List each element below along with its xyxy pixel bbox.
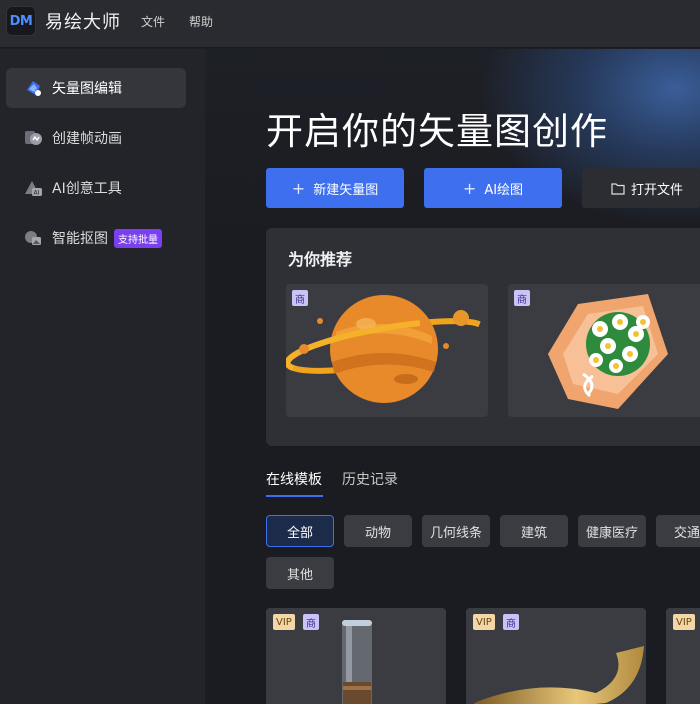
sidebar-item-label: 矢量图编辑 xyxy=(52,81,122,97)
sidebar-item-label: AI创意工具 xyxy=(52,181,122,197)
template-card[interactable]: VIP xyxy=(666,608,700,704)
page-title: 开启你的矢量图创作 xyxy=(266,110,608,153)
batch-support-badge: 支持批量 xyxy=(114,228,162,248)
commercial-badge: 商 xyxy=(303,614,319,630)
menu-help[interactable]: 帮助 xyxy=(189,13,213,30)
new-vector-button[interactable]: + 新建矢量图 xyxy=(266,168,404,208)
open-file-button[interactable]: 打开文件 xyxy=(582,168,700,208)
category-health-medical[interactable]: 健康医疗 xyxy=(578,515,646,547)
main-content: 开启你的矢量图创作 + 新建矢量图 + AI绘图 打开文件 为你推荐 商 商 在… xyxy=(205,49,700,704)
category-geometric-lines[interactable]: 几何线条 xyxy=(422,515,490,547)
tab-history[interactable]: 历史记录 xyxy=(342,469,398,489)
sidebar-item-vector-edit[interactable]: 矢量图编辑 xyxy=(6,68,186,108)
new-vector-label: 新建矢量图 xyxy=(313,182,379,198)
category-architecture[interactable]: 建筑 xyxy=(500,515,568,547)
folder-icon xyxy=(611,182,625,195)
menu-file[interactable]: 文件 xyxy=(141,13,165,30)
category-all[interactable]: 全部 xyxy=(266,515,334,547)
app-name: 易绘大师 xyxy=(45,12,121,33)
vip-badge: VIP xyxy=(273,614,295,630)
recommend-title: 为你推荐 xyxy=(288,250,353,269)
sidebar-item-frame-animation[interactable]: 创建帧动画 xyxy=(6,118,186,158)
top-bar: DM 易绘大师 文件 帮助 xyxy=(0,0,700,48)
vip-badge: VIP xyxy=(473,614,495,630)
open-file-label: 打开文件 xyxy=(631,182,684,198)
app-logo: DM xyxy=(6,6,36,36)
ai-tool-icon: AI xyxy=(22,177,44,199)
vector-edit-icon xyxy=(22,77,44,99)
tab-online-templates[interactable]: 在线模板 xyxy=(266,469,322,489)
commercial-badge: 商 xyxy=(503,614,519,630)
plus-icon: + xyxy=(291,178,306,198)
sidebar-item-ai-tool[interactable]: AI AI创意工具 xyxy=(6,168,186,208)
category-animals[interactable]: 动物 xyxy=(344,515,412,547)
recommend-card-planet[interactable]: 商 xyxy=(286,284,488,417)
vip-badge: VIP xyxy=(673,614,695,630)
sidebar-item-smart-cutout[interactable]: 智能抠图 支持批量 xyxy=(6,218,186,258)
recommend-panel: 为你推荐 商 商 xyxy=(266,228,700,446)
plus-icon: + xyxy=(462,178,477,198)
ai-draw-button[interactable]: + AI绘图 xyxy=(424,168,562,208)
svg-text:AI: AI xyxy=(34,190,40,197)
sidebar-item-label: 创建帧动画 xyxy=(52,131,122,147)
sidebar: 矢量图编辑 创建帧动画 AI AI创意工具 智能抠图 支持批量 xyxy=(0,49,205,704)
commercial-badge: 商 xyxy=(292,290,308,306)
ai-draw-label: AI绘图 xyxy=(484,182,524,198)
sidebar-item-label: 智能抠图 xyxy=(52,231,108,247)
category-transport[interactable]: 交通 xyxy=(656,515,700,547)
flower-bouquet-illustration xyxy=(548,294,668,409)
frame-animation-icon xyxy=(22,127,44,149)
smart-cutout-icon xyxy=(22,227,44,249)
template-card[interactable]: VIP 商 xyxy=(266,608,446,704)
commercial-badge: 商 xyxy=(514,290,530,306)
category-other[interactable]: 其他 xyxy=(266,557,334,589)
template-card[interactable]: VIP 商 xyxy=(466,608,646,704)
planet-illustration xyxy=(286,295,488,403)
active-tab-indicator xyxy=(266,495,323,497)
recommend-card-bouquet[interactable]: 商 xyxy=(508,284,700,417)
